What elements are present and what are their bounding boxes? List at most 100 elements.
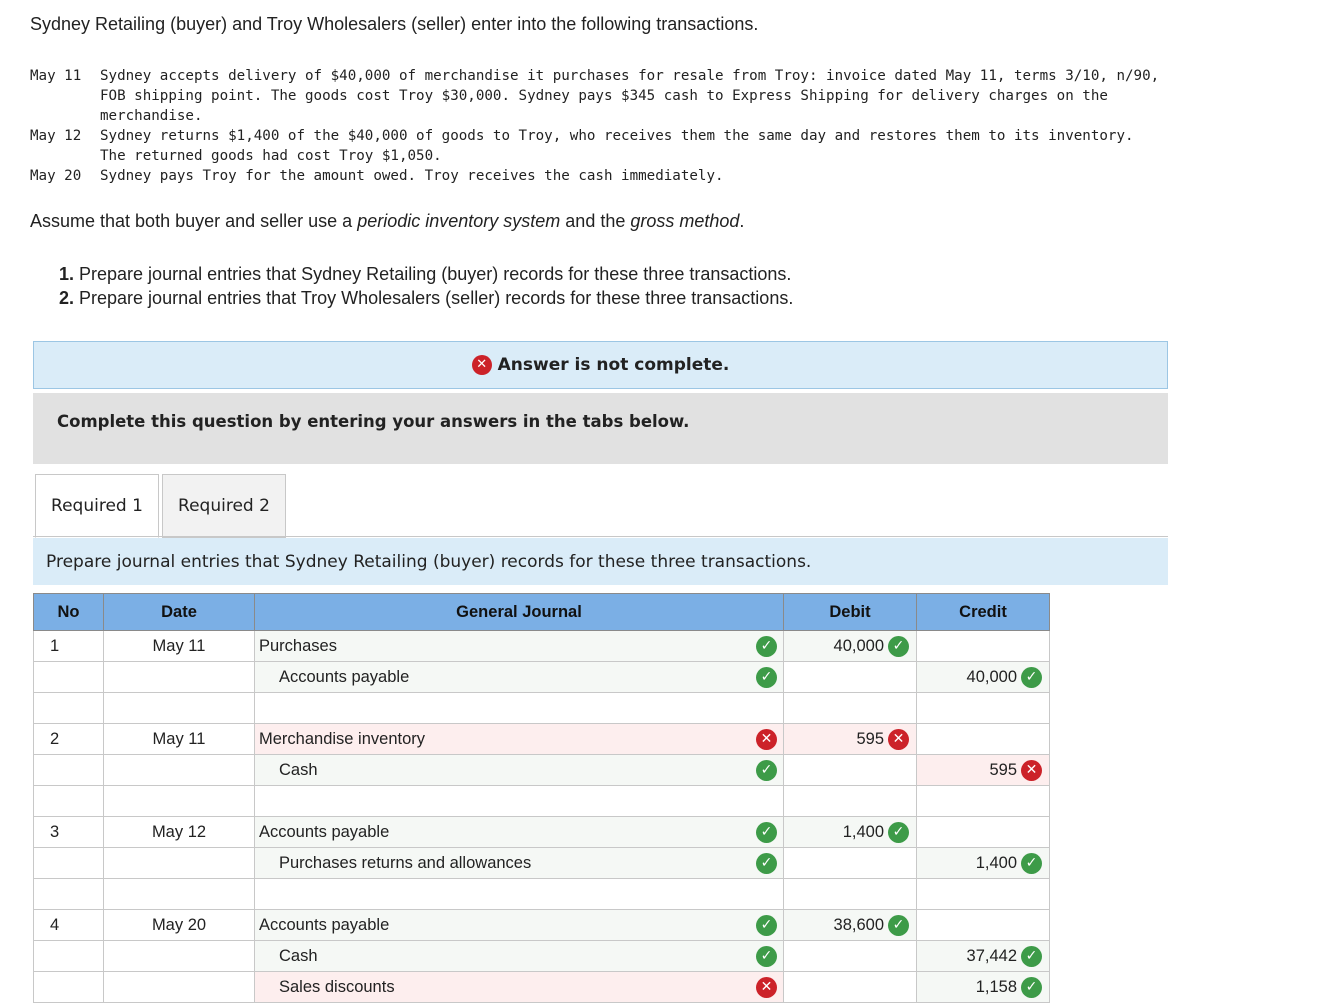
account-name: Sales discounts <box>279 977 395 996</box>
check-icon: ✓ <box>756 945 777 967</box>
assume-post: . <box>739 211 745 231</box>
credit-value: 595 <box>989 760 1017 779</box>
answer-status-banner: ✕ Answer is not complete. <box>33 341 1168 389</box>
credit-input[interactable]: 595 ✕ <box>916 754 1050 786</box>
transactions-list: May 11 Sydney accepts delivery of $40,000… <box>30 66 1300 186</box>
account-select[interactable] <box>254 878 784 910</box>
date-select[interactable] <box>103 661 255 693</box>
debit-input[interactable]: 40,000 ✓ <box>783 630 917 662</box>
row-number: 3 <box>33 816 104 848</box>
credit-input[interactable] <box>916 692 1050 724</box>
date-select[interactable]: May 20 <box>103 909 255 941</box>
debit-value: 40,000 <box>833 636 884 655</box>
table-row: Cash ✓ 595 ✕ <box>33 754 1050 786</box>
debit-value: 595 <box>856 729 884 748</box>
date-select[interactable] <box>103 785 255 817</box>
date-select[interactable] <box>103 754 255 786</box>
table-row: 1 May 11 Purchases ✓ 40,000 ✓ <box>33 630 1050 662</box>
transaction-item: May 20 Sydney pays Troy for the amount ow… <box>30 166 1300 186</box>
instructions-panel: Complete this question by entering your … <box>33 393 1168 464</box>
tab-required-1[interactable]: Required 1 <box>35 474 159 538</box>
date-select[interactable] <box>103 878 255 910</box>
account-name: Purchases returns and allowances <box>279 853 532 872</box>
x-icon: ✕ <box>756 728 777 750</box>
requirement-text: Prepare journal entries that Sydney Reta… <box>74 264 792 284</box>
credit-input[interactable] <box>916 630 1050 662</box>
assume-em1: periodic inventory system <box>357 211 561 231</box>
table-row: 2 May 11 Merchandise inventory ✕ 595 ✕ <box>33 723 1050 755</box>
debit-input[interactable] <box>783 971 917 1003</box>
account-select[interactable] <box>254 785 784 817</box>
row-number: 4 <box>33 909 104 941</box>
account-select[interactable] <box>254 692 784 724</box>
requirement-item: 2. Prepare journal entries that Troy Who… <box>59 286 793 310</box>
table-row: 3 May 12 Accounts payable ✓ 1,400 ✓ <box>33 816 1050 848</box>
journal-body: 1 May 11 Purchases ✓ 40,000 ✓ Accounts payable… <box>33 630 1050 1003</box>
col-journal: General Journal <box>254 593 784 631</box>
credit-input[interactable] <box>916 909 1050 941</box>
table-row: 4 May 20 Accounts payable ✓ 38,600 ✓ <box>33 909 1050 941</box>
credit-input[interactable]: 40,000 ✓ <box>916 661 1050 693</box>
debit-input[interactable] <box>783 754 917 786</box>
transaction-item: May 11 Sydney accepts delivery of $40,000… <box>30 66 1300 126</box>
credit-input[interactable] <box>916 878 1050 910</box>
check-icon: ✓ <box>756 914 777 936</box>
account-select[interactable]: Cash ✓ <box>254 754 784 786</box>
date-select[interactable]: May 12 <box>103 816 255 848</box>
row-number: 2 <box>33 723 104 755</box>
transaction-date: May 12 <box>30 128 82 144</box>
debit-input[interactable] <box>783 847 917 879</box>
account-select[interactable]: Purchases ✓ <box>254 630 784 662</box>
account-select[interactable]: Purchases returns and allowances ✓ <box>254 847 784 879</box>
col-no: No <box>33 593 104 631</box>
debit-input[interactable] <box>783 661 917 693</box>
table-row: Cash ✓ 37,442 ✓ <box>33 940 1050 972</box>
row-number <box>33 785 104 817</box>
credit-input[interactable] <box>916 816 1050 848</box>
date-select[interactable] <box>103 692 255 724</box>
check-icon: ✓ <box>1021 852 1042 874</box>
row-number <box>33 971 104 1003</box>
row-number <box>33 661 104 693</box>
credit-input[interactable]: 37,442 ✓ <box>916 940 1050 972</box>
account-select[interactable]: Accounts payable ✓ <box>254 816 784 848</box>
date-select[interactable] <box>103 971 255 1003</box>
x-icon: ✕ <box>1021 759 1042 781</box>
account-select[interactable]: Accounts payable ✓ <box>254 661 784 693</box>
account-select[interactable]: Sales discounts ✕ <box>254 971 784 1003</box>
date-select[interactable]: May 11 <box>103 630 255 662</box>
date-select[interactable] <box>103 847 255 879</box>
account-name: Cash <box>279 760 318 779</box>
account-select[interactable]: Cash ✓ <box>254 940 784 972</box>
debit-input[interactable] <box>783 692 917 724</box>
tab-required-2[interactable]: Required 2 <box>162 474 286 538</box>
date-select[interactable]: May 11 <box>103 723 255 755</box>
debit-input[interactable] <box>783 878 917 910</box>
debit-input[interactable]: 38,600 ✓ <box>783 909 917 941</box>
credit-input[interactable] <box>916 723 1050 755</box>
check-icon: ✓ <box>888 635 909 657</box>
assumption-text: Assume that both buyer and seller use a … <box>30 211 744 232</box>
table-row: Accounts payable ✓ 40,000 ✓ <box>33 661 1050 693</box>
row-number <box>33 847 104 879</box>
row-number <box>33 692 104 724</box>
x-icon: ✕ <box>888 728 909 750</box>
table-row <box>33 785 1050 817</box>
credit-input[interactable] <box>916 785 1050 817</box>
account-select[interactable]: Accounts payable ✓ <box>254 909 784 941</box>
date-select[interactable] <box>103 940 255 972</box>
debit-input[interactable]: 1,400 ✓ <box>783 816 917 848</box>
check-icon: ✓ <box>756 635 777 657</box>
transaction-date: May 20 <box>30 168 82 184</box>
debit-input[interactable] <box>783 940 917 972</box>
debit-input[interactable]: 595 ✕ <box>783 723 917 755</box>
account-select[interactable]: Merchandise inventory ✕ <box>254 723 784 755</box>
assume-mid: and the <box>560 211 631 231</box>
credit-value: 37,442 <box>966 946 1017 965</box>
credit-input[interactable]: 1,158 ✓ <box>916 971 1050 1003</box>
credit-input[interactable]: 1,400 ✓ <box>916 847 1050 879</box>
check-icon: ✓ <box>1021 976 1042 998</box>
col-credit: Credit <box>916 593 1050 631</box>
debit-input[interactable] <box>783 785 917 817</box>
requirements-list: 1. Prepare journal entries that Sydney R… <box>59 262 793 310</box>
